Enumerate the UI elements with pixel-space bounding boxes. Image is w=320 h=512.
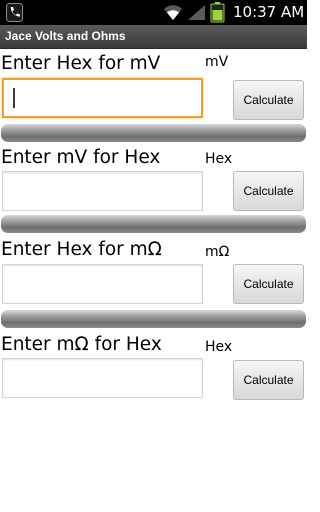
app-title-bar: Jace Volts and Ohms [0,25,307,49]
battery-icon [210,2,225,23]
mv-to-hex-calculate-button[interactable]: Calculate [233,171,304,211]
status-bar: 10:37 AM [0,0,307,25]
mohm-to-hex-section: Enter mΩ for Hex Hex Calculate [0,333,307,403]
hex-to-mv-unit: mV [205,54,229,70]
mv-to-hex-input[interactable] [2,171,203,211]
hex-to-mohm-unit: mΩ [205,244,230,260]
section-divider [1,310,306,328]
wifi-icon [164,5,182,20]
mohm-to-hex-unit: Hex [205,339,233,355]
mohm-to-hex-input[interactable] [2,358,203,398]
hex-to-mohm-calculate-button[interactable]: Calculate [233,264,304,304]
hex-to-mv-input[interactable] [2,78,203,118]
mohm-to-hex-prompt: Enter mΩ for Hex [1,334,162,355]
section-divider [1,124,306,142]
hex-to-mohm-input[interactable] [2,264,203,304]
signal-icon [188,5,205,20]
hex-to-mv-prompt: Enter Hex for mV [1,53,161,74]
hex-to-mohm-prompt: Enter Hex for mΩ [1,239,162,260]
mv-to-hex-unit: Hex [205,151,233,167]
mv-to-hex-prompt: Enter mV for Hex [1,147,161,168]
hex-to-mv-calculate-button[interactable]: Calculate [233,80,304,120]
mv-to-hex-section: Enter mV for Hex Hex Calculate [0,146,307,216]
app-title: Jace Volts and Ohms [5,29,126,43]
hex-to-mohm-section: Enter Hex for mΩ mΩ Calculate [0,238,307,310]
text-caret [13,88,15,108]
phone-icon [6,3,23,22]
mohm-to-hex-calculate-button[interactable]: Calculate [233,360,304,400]
clock: 10:37 AM [233,3,305,21]
section-divider [1,215,306,233]
